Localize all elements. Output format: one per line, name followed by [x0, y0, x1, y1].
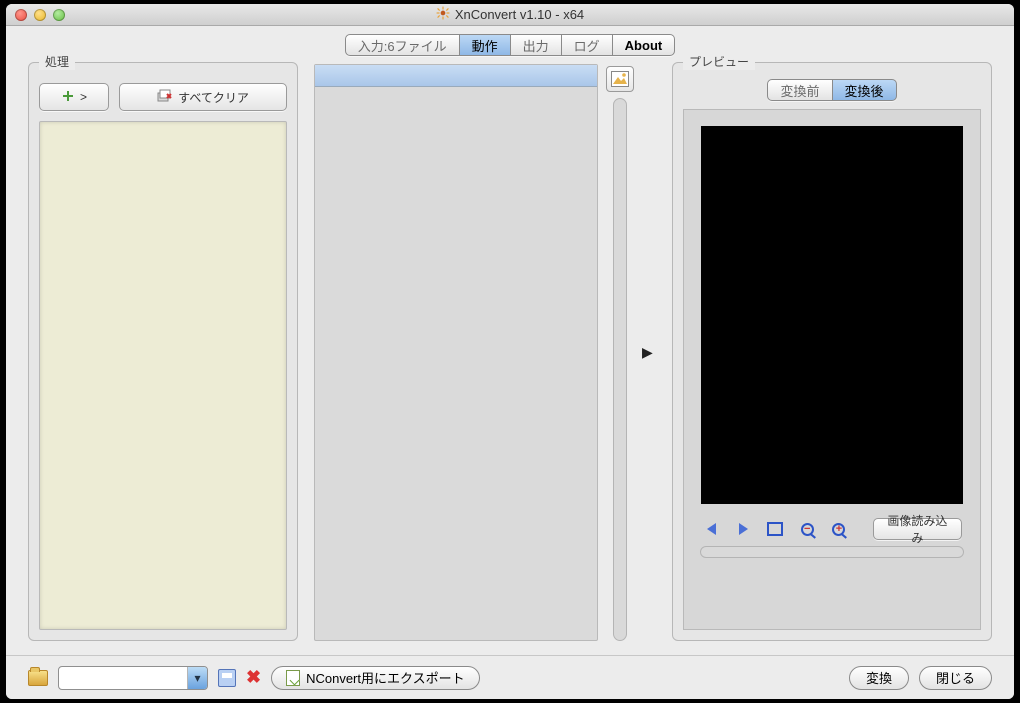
export-icon	[286, 670, 300, 686]
actions-scrollbar[interactable]	[613, 98, 627, 641]
close-button[interactable]: 閉じる	[919, 666, 992, 690]
preview-toolbar: − + 画像読み込み	[700, 518, 964, 540]
actions-middle: ▶	[314, 62, 656, 641]
tab-preview-after[interactable]: 変換後	[833, 79, 897, 101]
add-action-button[interactable]: >	[39, 83, 109, 111]
app-gear-icon	[436, 6, 450, 23]
picture-tool-button[interactable]	[606, 66, 634, 92]
processing-panel: 処理 > すべてクリア	[28, 62, 298, 641]
minimize-window-button[interactable]	[34, 9, 46, 21]
expand-preview-button[interactable]: ▶	[642, 344, 656, 361]
fit-icon	[767, 522, 783, 536]
window-title: XnConvert v1.10 - x64	[6, 6, 1014, 23]
preview-label: プレビュー	[683, 53, 755, 70]
clear-icon	[157, 89, 173, 106]
titlebar: XnConvert v1.10 - x64	[6, 4, 1014, 26]
zoom-in-button[interactable]: +	[829, 520, 849, 538]
preview-image[interactable]	[701, 126, 963, 504]
app-window: XnConvert v1.10 - x64 入力:6ファイル 動作 出力 ログ …	[6, 4, 1014, 699]
tab-log[interactable]: ログ	[562, 34, 613, 56]
tab-action[interactable]: 動作	[460, 34, 511, 56]
content-area: 処理 > すべてクリア	[6, 62, 1014, 655]
tab-input[interactable]: 入力:6ファイル	[345, 34, 460, 56]
window-controls	[6, 9, 65, 21]
zoom-out-icon: −	[801, 523, 814, 536]
preview-panel: プレビュー 変換前 変換後 − + 画像読み込み	[672, 62, 992, 641]
bottom-bar: ▾ ✖ NConvert用にエクスポート 変換 閉じる	[6, 655, 1014, 699]
preview-h-scrollbar[interactable]	[700, 546, 964, 558]
window-title-text: XnConvert v1.10 - x64	[455, 7, 584, 22]
save-preset-button[interactable]	[218, 669, 236, 687]
fit-button[interactable]	[766, 520, 786, 538]
actions-side-tools	[606, 64, 634, 641]
arrow-right-icon	[739, 523, 748, 535]
close-window-button[interactable]	[15, 9, 27, 21]
delete-preset-button[interactable]: ✖	[246, 667, 261, 688]
picture-icon	[611, 71, 629, 87]
processing-label: 処理	[39, 53, 75, 70]
combo-dropdown-icon[interactable]: ▾	[187, 667, 207, 689]
zoom-window-button[interactable]	[53, 9, 65, 21]
main-tabbar: 入力:6ファイル 動作 出力 ログ About	[6, 26, 1014, 62]
actions-list-selected-row[interactable]	[315, 65, 597, 87]
prev-image-button[interactable]	[702, 520, 722, 538]
tab-preview-before[interactable]: 変換前	[767, 79, 832, 101]
clear-all-label: すべてクリア	[178, 89, 249, 106]
folder-icon[interactable]	[28, 670, 48, 686]
plus-icon	[61, 89, 75, 106]
action-properties-area[interactable]	[39, 121, 287, 630]
tab-output[interactable]: 出力	[511, 34, 562, 56]
preset-combo[interactable]: ▾	[58, 666, 208, 690]
reload-image-button[interactable]: 画像読み込み	[873, 518, 962, 540]
zoom-in-icon: +	[832, 523, 845, 536]
tab-about[interactable]: About	[613, 34, 676, 56]
add-action-label: >	[80, 90, 87, 104]
convert-button[interactable]: 変換	[849, 666, 909, 690]
clear-all-button[interactable]: すべてクリア	[119, 83, 287, 111]
arrow-left-icon	[707, 523, 716, 535]
actions-list[interactable]	[314, 64, 598, 641]
preview-canvas-area: − + 画像読み込み	[683, 109, 981, 630]
export-label: NConvert用にエクスポート	[306, 668, 465, 687]
zoom-out-button[interactable]: −	[797, 520, 817, 538]
next-image-button[interactable]	[734, 520, 754, 538]
export-nconvert-button[interactable]: NConvert用にエクスポート	[271, 666, 480, 690]
